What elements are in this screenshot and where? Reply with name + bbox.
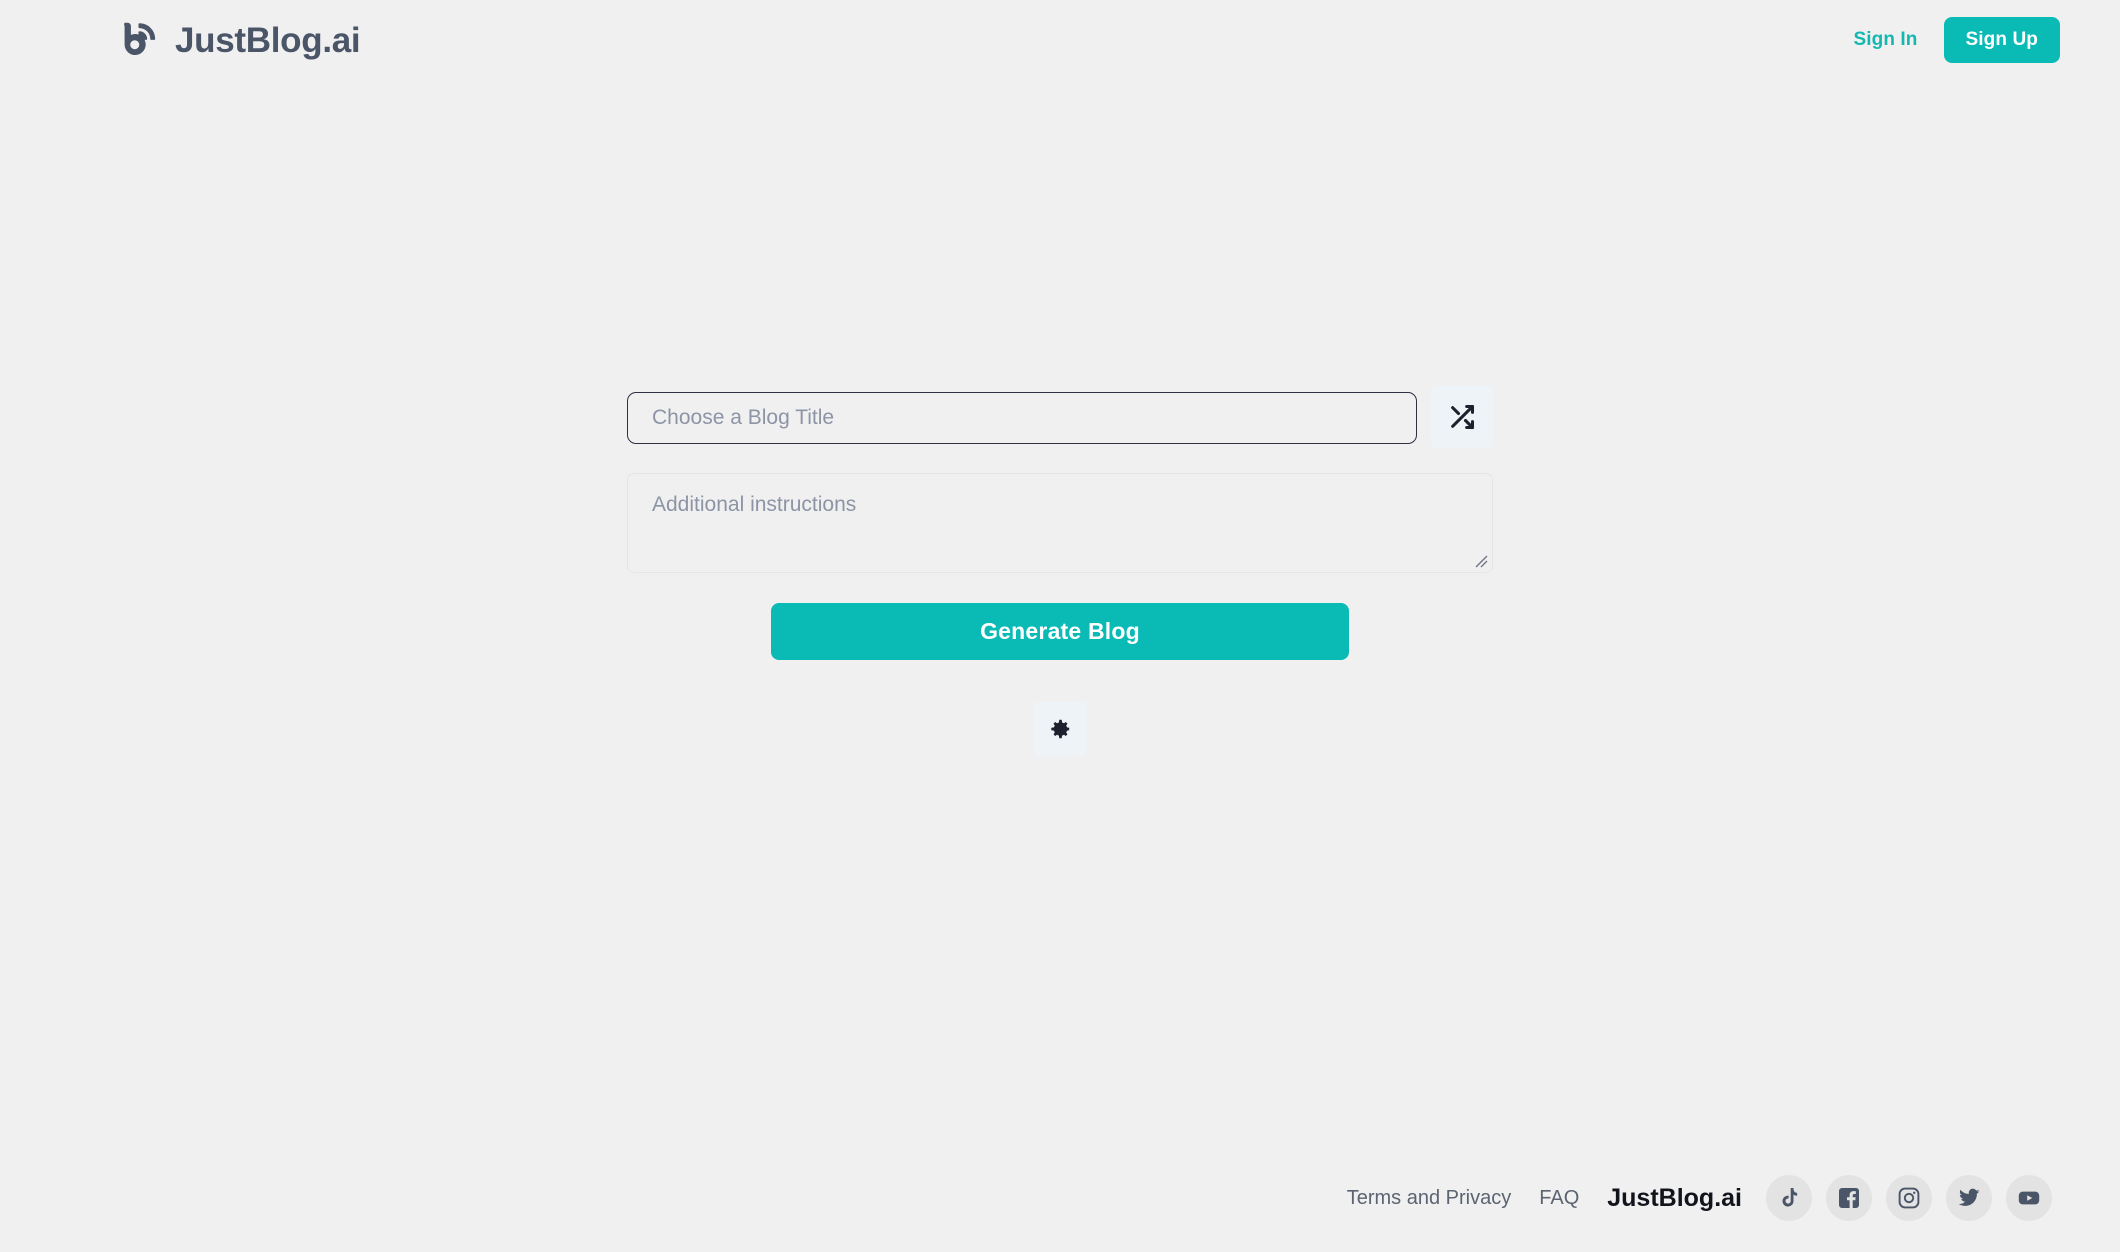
brand-home-link[interactable]: JustBlog.ai bbox=[115, 17, 361, 63]
sign-up-button[interactable]: Sign Up bbox=[1943, 17, 2060, 63]
blog-broadcast-logo-icon bbox=[115, 17, 161, 63]
instructions-wrap bbox=[627, 473, 1493, 573]
additional-instructions-input[interactable] bbox=[627, 473, 1493, 573]
brand-name: JustBlog.ai bbox=[175, 20, 361, 60]
header-actions: Sign In Sign Up bbox=[1853, 17, 2060, 63]
blog-generator-form: Generate Blog bbox=[627, 386, 1493, 756]
instagram-icon bbox=[1897, 1186, 1921, 1210]
faq-link[interactable]: FAQ bbox=[1539, 1187, 1579, 1210]
tiktok-icon bbox=[1777, 1186, 1801, 1210]
generate-blog-button[interactable]: Generate Blog bbox=[771, 603, 1349, 660]
social-link-instagram[interactable] bbox=[1886, 1175, 1932, 1221]
shuffle-title-button[interactable] bbox=[1431, 386, 1493, 448]
terms-and-privacy-link[interactable]: Terms and Privacy bbox=[1347, 1187, 1512, 1210]
social-link-twitter[interactable] bbox=[1946, 1175, 1992, 1221]
site-footer: Terms and Privacy FAQ JustBlog.ai bbox=[0, 1144, 2120, 1252]
title-row bbox=[627, 386, 1493, 448]
footer-brand-name: JustBlog.ai bbox=[1607, 1183, 1742, 1212]
social-link-facebook[interactable] bbox=[1826, 1175, 1872, 1221]
youtube-icon bbox=[2017, 1186, 2041, 1210]
sign-in-link[interactable]: Sign In bbox=[1853, 29, 1917, 51]
facebook-icon bbox=[1837, 1186, 1861, 1210]
gear-icon bbox=[1048, 717, 1072, 741]
site-header: JustBlog.ai Sign In Sign Up bbox=[0, 0, 2120, 80]
twitter-icon bbox=[1957, 1186, 1981, 1210]
blog-title-input[interactable] bbox=[627, 392, 1418, 444]
social-link-tiktok[interactable] bbox=[1766, 1175, 1812, 1221]
social-link-youtube[interactable] bbox=[2006, 1175, 2052, 1221]
settings-button[interactable] bbox=[1033, 702, 1087, 756]
social-links bbox=[1766, 1175, 2052, 1221]
shuffle-icon bbox=[1448, 403, 1476, 431]
